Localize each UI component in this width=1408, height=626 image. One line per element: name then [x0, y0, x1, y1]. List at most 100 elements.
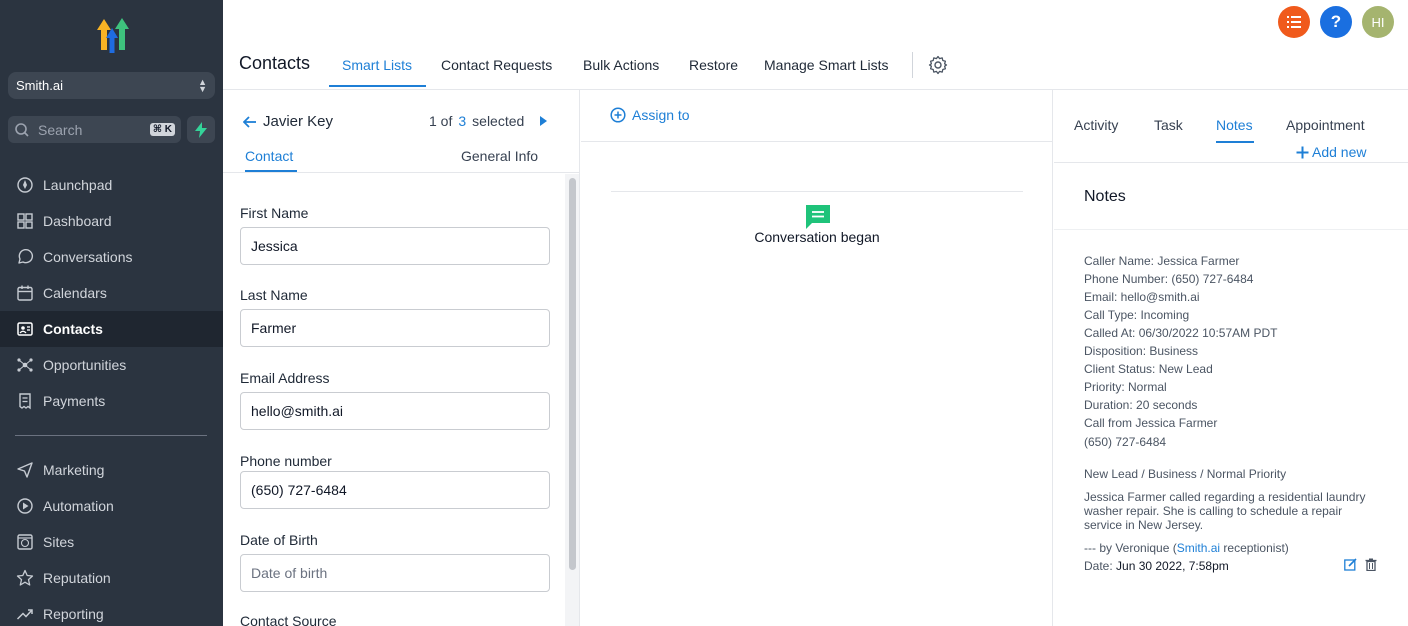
- plus-icon: [1296, 146, 1309, 158]
- chat-icon: [16, 248, 34, 266]
- quick-action-button[interactable]: [187, 116, 215, 143]
- email-label: Email Address: [240, 370, 330, 386]
- tab-notes[interactable]: Notes: [1216, 117, 1253, 133]
- sidebar-item-opportunities[interactable]: Opportunities: [0, 347, 223, 383]
- back-to-contacts[interactable]: Javier Key: [243, 113, 333, 130]
- page-title: Contacts: [239, 53, 311, 73]
- active-tab-indicator: [329, 85, 426, 87]
- sidebar-item-conversations[interactable]: Conversations: [0, 239, 223, 275]
- sidebar: Smith.ai ▲ ▼ Search ⌘ K Launchpad Dashboar…: [0, 0, 223, 626]
- dob-input[interactable]: [240, 554, 550, 592]
- rocket-icon: [16, 176, 34, 194]
- last-name-input[interactable]: [240, 309, 550, 347]
- lightning-icon: [195, 121, 207, 138]
- tab-activity[interactable]: Activity: [1074, 117, 1118, 133]
- tab-contact-requests[interactable]: Contact Requests: [441, 57, 552, 73]
- tab-task[interactable]: Task: [1154, 117, 1183, 133]
- network-icon: [16, 356, 34, 374]
- active-right-tab-indicator: [1216, 141, 1254, 143]
- first-name-label: First Name: [240, 205, 309, 221]
- tab-restore[interactable]: Restore: [689, 57, 738, 73]
- sidebar-item-automation[interactable]: Automation: [0, 488, 223, 524]
- sidebar-item-label: Dashboard: [43, 213, 112, 229]
- sidebar-item-sites[interactable]: Sites: [0, 524, 223, 560]
- sidebar-item-marketing[interactable]: Marketing: [0, 452, 223, 488]
- account-name: Smith.ai: [16, 78, 63, 93]
- add-new-label: Add new: [1312, 144, 1367, 160]
- sidebar-item-reputation[interactable]: Reputation: [0, 560, 223, 596]
- last-name-label: Last Name: [240, 287, 308, 303]
- help-button[interactable]: ?: [1320, 6, 1352, 38]
- sidebar-divider: [15, 435, 207, 436]
- sidebar-item-payments[interactable]: Payments: [0, 383, 223, 419]
- sidebar-item-label: Conversations: [43, 249, 133, 265]
- counter-suffix: selected: [472, 113, 525, 129]
- help-icon: ?: [1330, 12, 1342, 31]
- tab-bulk-actions[interactable]: Bulk Actions: [583, 57, 659, 73]
- counter-number: 3: [458, 113, 467, 129]
- form-scrollbar-thumb[interactable]: [569, 178, 576, 570]
- conversation-divider: [611, 191, 1023, 192]
- account-switcher[interactable]: Smith.ai ▲ ▼: [8, 72, 215, 99]
- note-description: Jessica Farmer called regarding a reside…: [1084, 490, 1366, 532]
- note-line: Called At: 06/30/2022 10:57AM PDT: [1084, 326, 1278, 340]
- task-list-button[interactable]: [1278, 6, 1310, 38]
- app-logo: [97, 18, 129, 53]
- edit-icon[interactable]: [1344, 558, 1357, 571]
- sidebar-item-label: Calendars: [43, 285, 107, 301]
- note-line: Call Type: Incoming: [1084, 308, 1190, 322]
- subtab-contact[interactable]: Contact: [245, 148, 293, 164]
- first-name-input[interactable]: [240, 227, 550, 265]
- assign-to-button[interactable]: Assign to: [610, 107, 690, 123]
- tab-separator: [912, 52, 913, 78]
- tab-appointment[interactable]: Appointment: [1286, 117, 1365, 133]
- note-line: Call from Jessica Farmer: [1084, 416, 1218, 430]
- next-contact-icon[interactable]: [538, 115, 548, 127]
- note-date-value: Jun 30 2022, 7:58pm: [1116, 559, 1229, 573]
- note-line: Phone Number: (650) 727-6484: [1084, 272, 1254, 286]
- sidebar-item-contacts[interactable]: Contacts: [0, 311, 223, 347]
- trash-icon[interactable]: [1365, 558, 1377, 571]
- subtab-divider: [223, 172, 580, 173]
- sidebar-item-label: Reporting: [43, 606, 104, 622]
- sidebar-item-reporting[interactable]: Reporting: [0, 596, 223, 626]
- sidebar-item-label: Payments: [43, 393, 106, 409]
- notes-heading: Notes: [1084, 188, 1126, 205]
- conversation-panel: Assign to Conversation began: [581, 90, 1053, 626]
- sidebar-item-calendars[interactable]: Calendars: [0, 275, 223, 311]
- star-icon: [16, 569, 34, 587]
- email-input[interactable]: [240, 392, 550, 430]
- subtab-general-info[interactable]: General Info: [461, 148, 538, 164]
- grid-icon: [16, 212, 34, 230]
- note-actions: [1344, 558, 1377, 571]
- arrow-left-icon: [243, 115, 256, 128]
- note-line: Client Status: New Lead: [1084, 362, 1213, 376]
- search-icon: [15, 122, 29, 137]
- tab-smart-lists[interactable]: Smart Lists: [342, 57, 412, 73]
- sidebar-item-label: Reputation: [43, 570, 111, 586]
- sidebar-item-label: Opportunities: [43, 357, 127, 373]
- phone-input[interactable]: [240, 471, 550, 509]
- sidebar-item-label: Automation: [43, 498, 114, 514]
- smith-ai-link[interactable]: Smith.ai: [1177, 541, 1220, 555]
- assign-divider: [581, 141, 1053, 142]
- sidebar-item-launchpad[interactable]: Launchpad: [0, 167, 223, 203]
- note-author-suffix: receptionist): [1220, 541, 1289, 555]
- calendar-icon: [16, 284, 34, 302]
- receipt-icon: [16, 392, 34, 410]
- gear-icon[interactable]: [928, 55, 948, 75]
- note-author: --- by Veronique (Smith.ai receptionist): [1084, 541, 1384, 555]
- send-icon: [16, 461, 34, 479]
- trend-icon: [16, 605, 34, 623]
- sidebar-item-label: Launchpad: [43, 177, 113, 193]
- add-new-note-button[interactable]: Add new: [1296, 144, 1366, 160]
- phone-label: Phone number: [240, 453, 332, 469]
- sidebar-search[interactable]: Search ⌘ K: [8, 116, 181, 143]
- user-avatar[interactable]: HI: [1362, 6, 1394, 38]
- note-details: Caller Name: Jessica Farmer Phone Number:…: [1084, 252, 1384, 432]
- contacts-topbar: Contacts Smart Lists Contact Requests Bu…: [223, 40, 1408, 90]
- tab-manage-smart-lists[interactable]: Manage Smart Lists: [764, 57, 889, 73]
- chevron-up-down-icon: ▲ ▼: [198, 76, 207, 94]
- list-icon: [1287, 16, 1301, 28]
- sidebar-item-dashboard[interactable]: Dashboard: [0, 203, 223, 239]
